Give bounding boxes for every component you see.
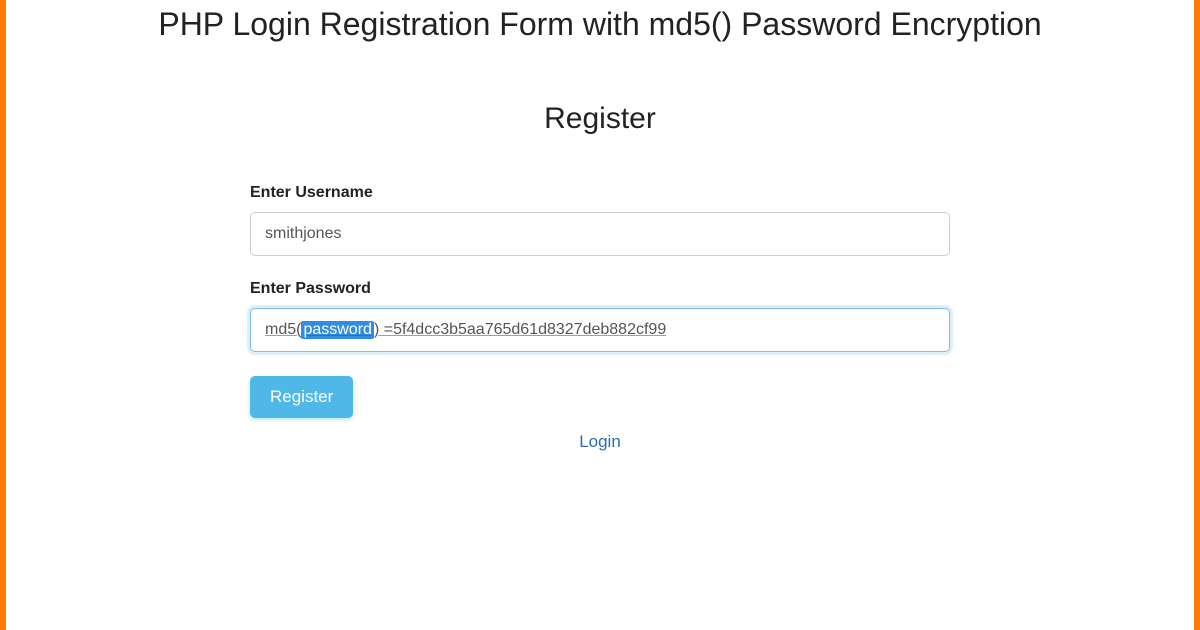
username-group: Enter Username	[250, 184, 950, 256]
section-heading: Register	[36, 102, 1164, 136]
pw-middle: ) =	[374, 321, 393, 339]
pw-hash: 5f4dcc3b5aa765d61d8327deb882cf99	[393, 321, 666, 339]
login-link[interactable]: Login	[579, 432, 621, 451]
page-title: PHP Login Registration Form with md5() P…	[36, 0, 1164, 44]
password-group: Enter Password md5(password) = 5f4dcc3b5…	[250, 280, 950, 352]
password-label: Enter Password	[250, 280, 950, 298]
page-frame: PHP Login Registration Form with md5() P…	[0, 0, 1200, 630]
password-input[interactable]: md5(password) = 5f4dcc3b5aa765d61d8327de…	[250, 308, 950, 352]
username-label: Enter Username	[250, 184, 950, 202]
pw-highlighted-word: password	[301, 321, 373, 339]
register-button[interactable]: Register	[250, 376, 353, 418]
register-form: Enter Username Enter Password md5(passwo…	[250, 184, 950, 452]
login-link-wrap: Login	[250, 432, 950, 452]
pw-prefix: md5(	[265, 321, 301, 339]
username-input[interactable]	[250, 212, 950, 256]
